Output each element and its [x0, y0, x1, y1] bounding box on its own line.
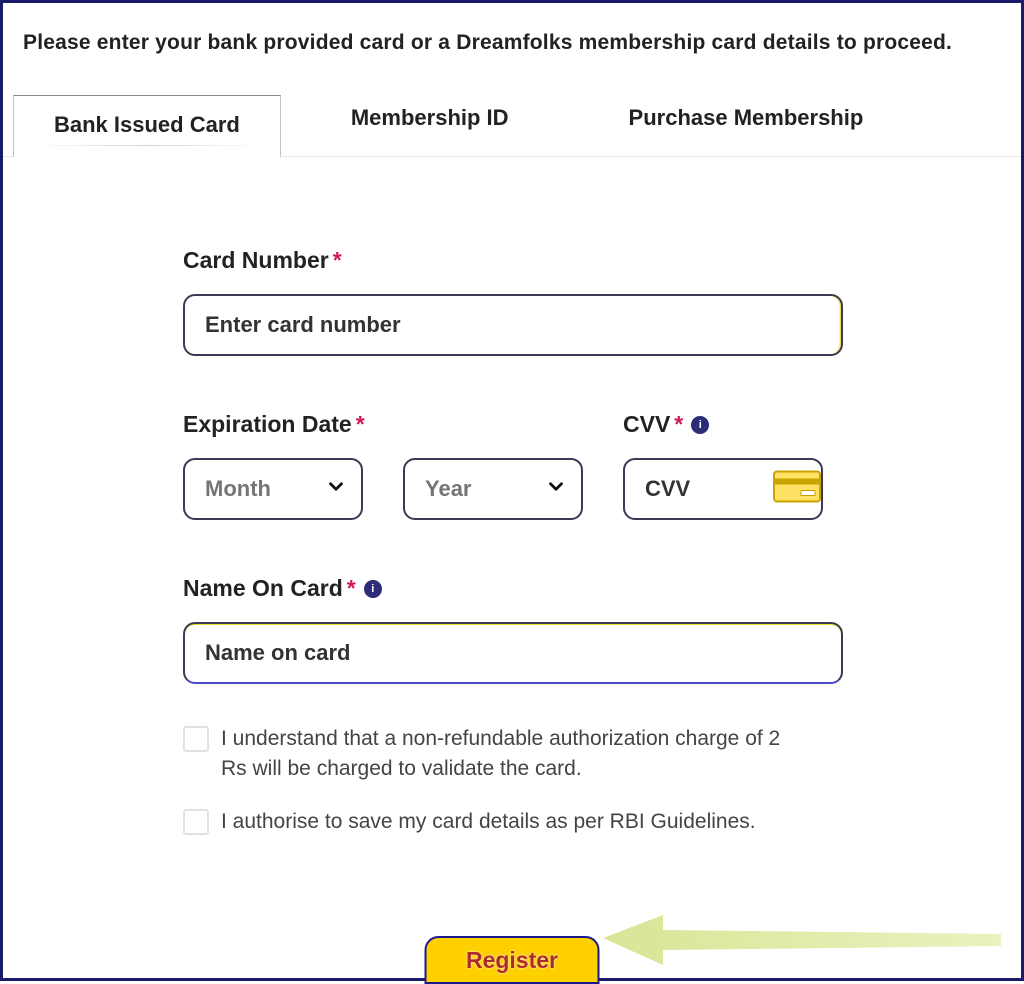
instruction-text: Please enter your bank provided card or …: [3, 3, 1021, 65]
name-on-card-label: Name On Card * i: [183, 575, 863, 602]
auth-charge-text: I understand that a non-refundable autho…: [221, 724, 811, 785]
required-mark: *: [333, 247, 342, 274]
card-form: Card Number * Expiration Date *: [3, 157, 863, 837]
auth-charge-checkbox[interactable]: [183, 726, 209, 752]
annotation-arrow-icon: [603, 910, 1003, 970]
tab-membership-id[interactable]: Membership ID: [311, 95, 549, 156]
info-icon[interactable]: i: [364, 580, 382, 598]
required-mark: *: [347, 575, 356, 602]
required-mark: *: [356, 411, 365, 438]
label-text: Card Number: [183, 247, 329, 274]
cvv-label: CVV * i: [623, 411, 833, 438]
save-card-text: I authorise to save my card details as p…: [221, 807, 756, 837]
expiration-label: Expiration Date *: [183, 411, 583, 438]
tab-bank-card[interactable]: Bank Issued Card: [13, 95, 281, 158]
card-back-icon: [773, 471, 821, 508]
label-text: Expiration Date: [183, 411, 352, 438]
label-text: CVV: [623, 411, 670, 438]
save-card-checkbox[interactable]: [183, 809, 209, 835]
card-number-label: Card Number *: [183, 247, 863, 274]
tab-purchase-membership[interactable]: Purchase Membership: [589, 95, 904, 156]
name-on-card-input[interactable]: [183, 622, 843, 684]
expiry-year-select[interactable]: [403, 458, 583, 520]
required-mark: *: [674, 411, 683, 438]
card-number-input[interactable]: [183, 294, 843, 356]
label-text: Name On Card: [183, 575, 343, 602]
expiry-month-select[interactable]: [183, 458, 363, 520]
tab-bar: Bank Issued Card Membership ID Purchase …: [3, 95, 1021, 157]
info-icon[interactable]: i: [691, 416, 709, 434]
register-button[interactable]: Register: [425, 936, 600, 984]
